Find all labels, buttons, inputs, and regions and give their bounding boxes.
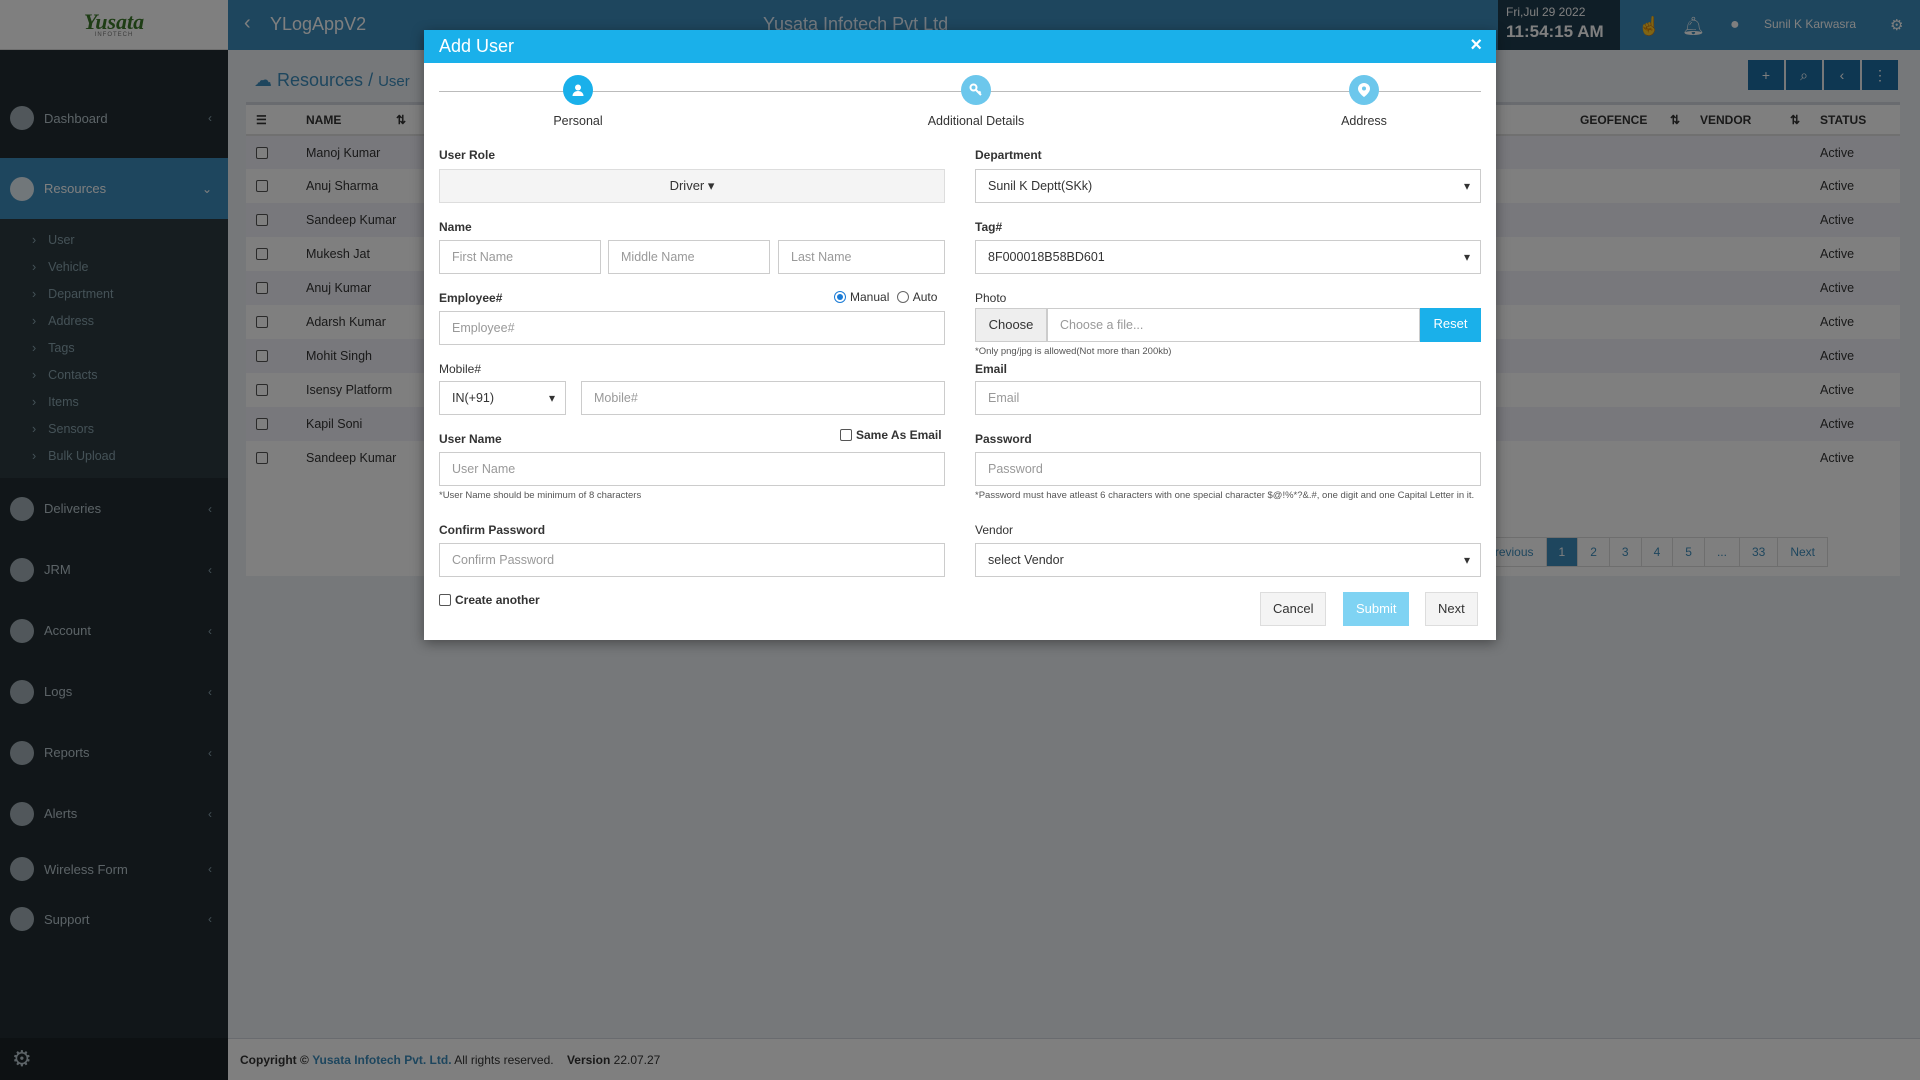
add-user-modal: Add User × Personal Additional Details A… (424, 30, 1496, 640)
key-icon (961, 75, 991, 105)
file-path-input[interactable]: Choose a file... (1047, 308, 1420, 342)
wizard-steps: Personal Additional Details Address (439, 63, 1481, 133)
vendor-label: Vendor (975, 523, 1014, 537)
password-input[interactable]: Password (975, 452, 1481, 486)
last-name-input[interactable]: Last Name (778, 240, 945, 274)
vendor-select[interactable]: select Vendor (975, 543, 1481, 577)
department-select[interactable]: Sunil K Deptt(SKk) (975, 169, 1481, 203)
manual-label: Manual (850, 290, 890, 304)
photo-hint: *Only png/jpg is allowed(Not more than 2… (975, 346, 1172, 357)
submit-button[interactable]: Submit (1343, 592, 1410, 626)
tag-label: Tag# (975, 220, 1003, 234)
step-address[interactable]: Address (1284, 75, 1444, 128)
mobile-input[interactable]: Mobile# (581, 381, 945, 415)
step-label: Personal (553, 114, 603, 128)
user-role-dropdown[interactable]: Driver ▾ (439, 169, 945, 203)
employee-mode-radios: Manual Auto (834, 290, 937, 304)
username-label: User Name (439, 432, 502, 446)
choose-file-button[interactable]: Choose (975, 308, 1047, 342)
photo-label: Photo (975, 291, 1007, 305)
password-hint: *Password must have atleast 6 characters… (975, 490, 1475, 501)
user-role-label: User Role (439, 148, 496, 162)
step-label: Additional Details (927, 114, 1025, 128)
modal-header: Add User × (424, 30, 1496, 63)
name-label: Name (439, 220, 472, 234)
reset-file-button[interactable]: Reset (1420, 308, 1481, 342)
manual-radio[interactable] (834, 291, 846, 303)
department-label: Department (975, 148, 1042, 162)
next-button[interactable]: Next (1425, 592, 1478, 626)
confirm-password-label: Confirm Password (439, 523, 546, 537)
username-hint: *User Name should be minimum of 8 charac… (439, 490, 642, 501)
email-label: Email (975, 362, 1008, 376)
checkbox[interactable] (439, 594, 451, 606)
password-label: Password (975, 432, 1032, 446)
close-icon[interactable]: × (1470, 34, 1482, 57)
step-label: Address (1341, 114, 1387, 128)
step-additional-details[interactable]: Additional Details (896, 75, 1056, 128)
tag-select[interactable]: 8F000018B58BD601 (975, 240, 1481, 274)
step-personal[interactable]: Personal (498, 75, 658, 128)
confirm-password-input[interactable]: Confirm Password (439, 543, 945, 577)
employee-input[interactable]: Employee# (439, 311, 945, 345)
auto-label: Auto (912, 290, 938, 304)
modal-title: Add User (439, 36, 515, 56)
username-input[interactable]: User Name (439, 452, 945, 486)
user-icon (563, 75, 593, 105)
checkbox[interactable] (840, 429, 852, 441)
first-name-input[interactable]: First Name (439, 240, 601, 274)
email-input[interactable]: Email (975, 381, 1481, 415)
employee-label: Employee# (439, 291, 503, 305)
same-as-email-checkbox[interactable]: Same As Email (840, 428, 942, 442)
cancel-button[interactable]: Cancel (1260, 592, 1327, 626)
mobile-label: Mobile# (439, 362, 482, 376)
auto-radio[interactable] (896, 291, 909, 303)
country-code-select[interactable]: IN(+91) (439, 381, 566, 415)
create-another-checkbox[interactable]: Create another (439, 593, 540, 607)
map-pin-icon (1349, 75, 1379, 105)
middle-name-input[interactable]: Middle Name (608, 240, 770, 274)
